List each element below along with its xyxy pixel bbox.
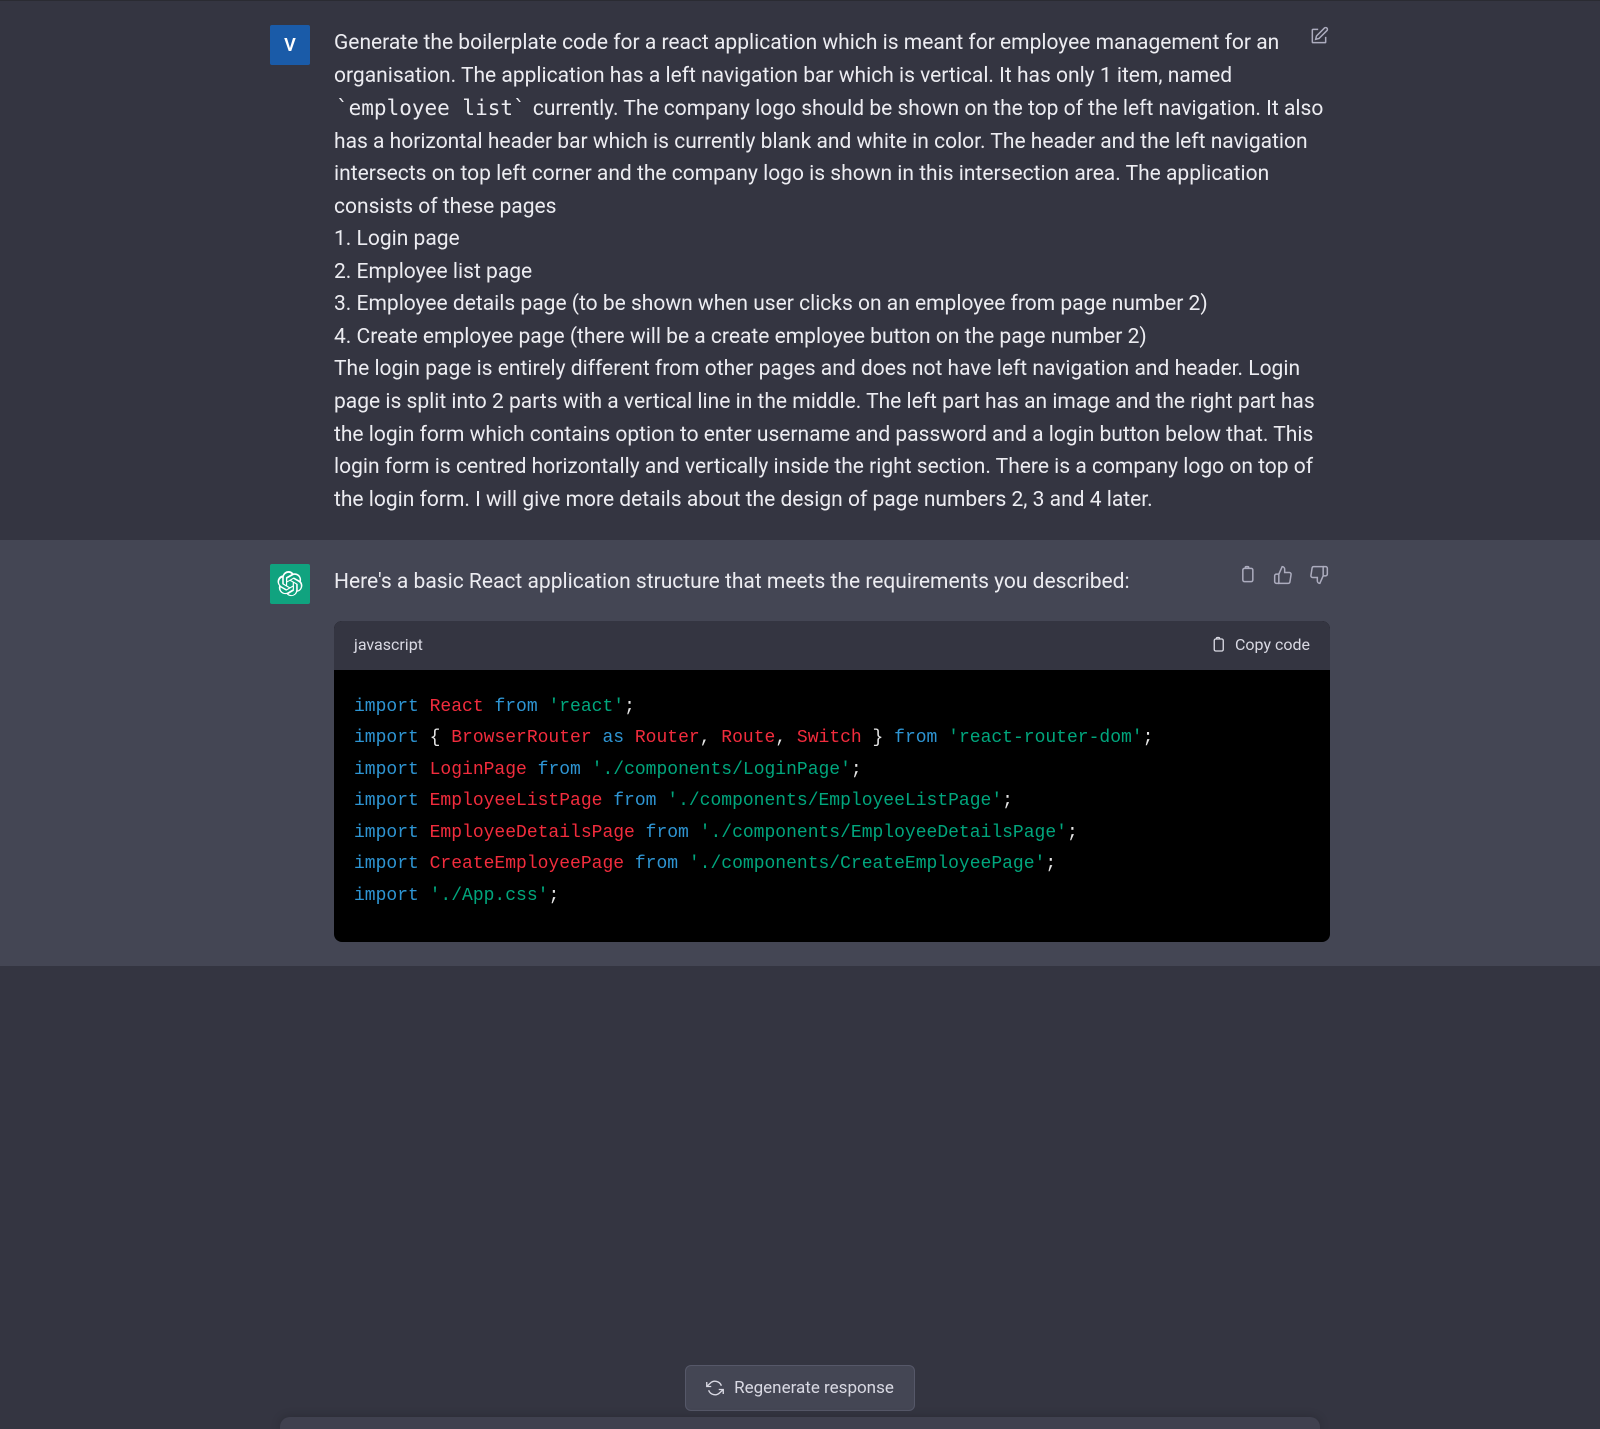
inline-code: `employee list` [334, 96, 528, 120]
edit-icon [1309, 26, 1329, 46]
code-line: import './App.css'; [354, 881, 1310, 913]
assistant-message-actions [1236, 564, 1330, 586]
assistant-message-content: Here's a basic React application structu… [334, 564, 1330, 942]
code-line: import EmployeeListPage from './componen… [354, 786, 1310, 818]
user-prompt-tail: The login page is entirely different fro… [334, 357, 1315, 511]
user-avatar: V [270, 25, 310, 65]
user-message-content: Generate the boilerplate code for a reac… [334, 25, 1330, 516]
clipboard-icon [1237, 565, 1257, 585]
user-prompt-item-2: 2. Employee list page [334, 260, 532, 284]
assistant-avatar [270, 564, 310, 604]
assistant-message-container: Here's a basic React application structu… [250, 540, 1350, 966]
code-language-label: javascript [354, 633, 423, 658]
user-message-actions [1308, 25, 1330, 47]
thumbs-down-icon [1309, 565, 1329, 585]
user-prompt-item-1: 1. Login page [334, 227, 460, 251]
user-message-container: V Generate the boilerplate code for a re… [250, 1, 1350, 540]
user-prompt-item-4: 4. Create employee page (there will be a… [334, 325, 1147, 349]
regenerate-wrapper: Regenerate response [0, 1365, 1600, 1411]
code-line: import EmployeeDetailsPage from './compo… [354, 818, 1310, 850]
thumbs-up-button[interactable] [1272, 564, 1294, 586]
assistant-message-row: Here's a basic React application structu… [0, 540, 1600, 966]
thumbs-up-icon [1273, 565, 1293, 585]
regenerate-label: Regenerate response [734, 1378, 894, 1398]
edit-button[interactable] [1308, 25, 1330, 47]
chatgpt-logo-icon [277, 571, 303, 597]
clipboard-icon [1209, 636, 1227, 654]
chat-input[interactable] [280, 1417, 1320, 1429]
code-header: javascript Copy code [334, 621, 1330, 670]
regenerate-button[interactable]: Regenerate response [685, 1365, 915, 1411]
code-block: javascript Copy code import React from '… [334, 621, 1330, 942]
assistant-intro-text: Here's a basic React application structu… [334, 566, 1330, 599]
refresh-icon [706, 1379, 724, 1397]
copy-message-button[interactable] [1236, 564, 1258, 586]
user-prompt-text: Generate the boilerplate code for a reac… [334, 31, 1279, 88]
chat-input-container [0, 1417, 1600, 1429]
code-body: import React from 'react'; import { Brow… [334, 670, 1330, 943]
code-line: import LoginPage from './components/Logi… [354, 755, 1310, 787]
thumbs-down-button[interactable] [1308, 564, 1330, 586]
copy-code-label: Copy code [1235, 633, 1310, 658]
code-line: import React from 'react'; [354, 692, 1310, 724]
code-line: import { BrowserRouter as Router, Route,… [354, 723, 1310, 755]
code-line: import CreateEmployeePage from './compon… [354, 849, 1310, 881]
copy-code-button[interactable]: Copy code [1209, 633, 1310, 658]
user-message-row: V Generate the boilerplate code for a re… [0, 1, 1600, 540]
user-prompt-item-3: 3. Employee details page (to be shown wh… [334, 292, 1208, 316]
